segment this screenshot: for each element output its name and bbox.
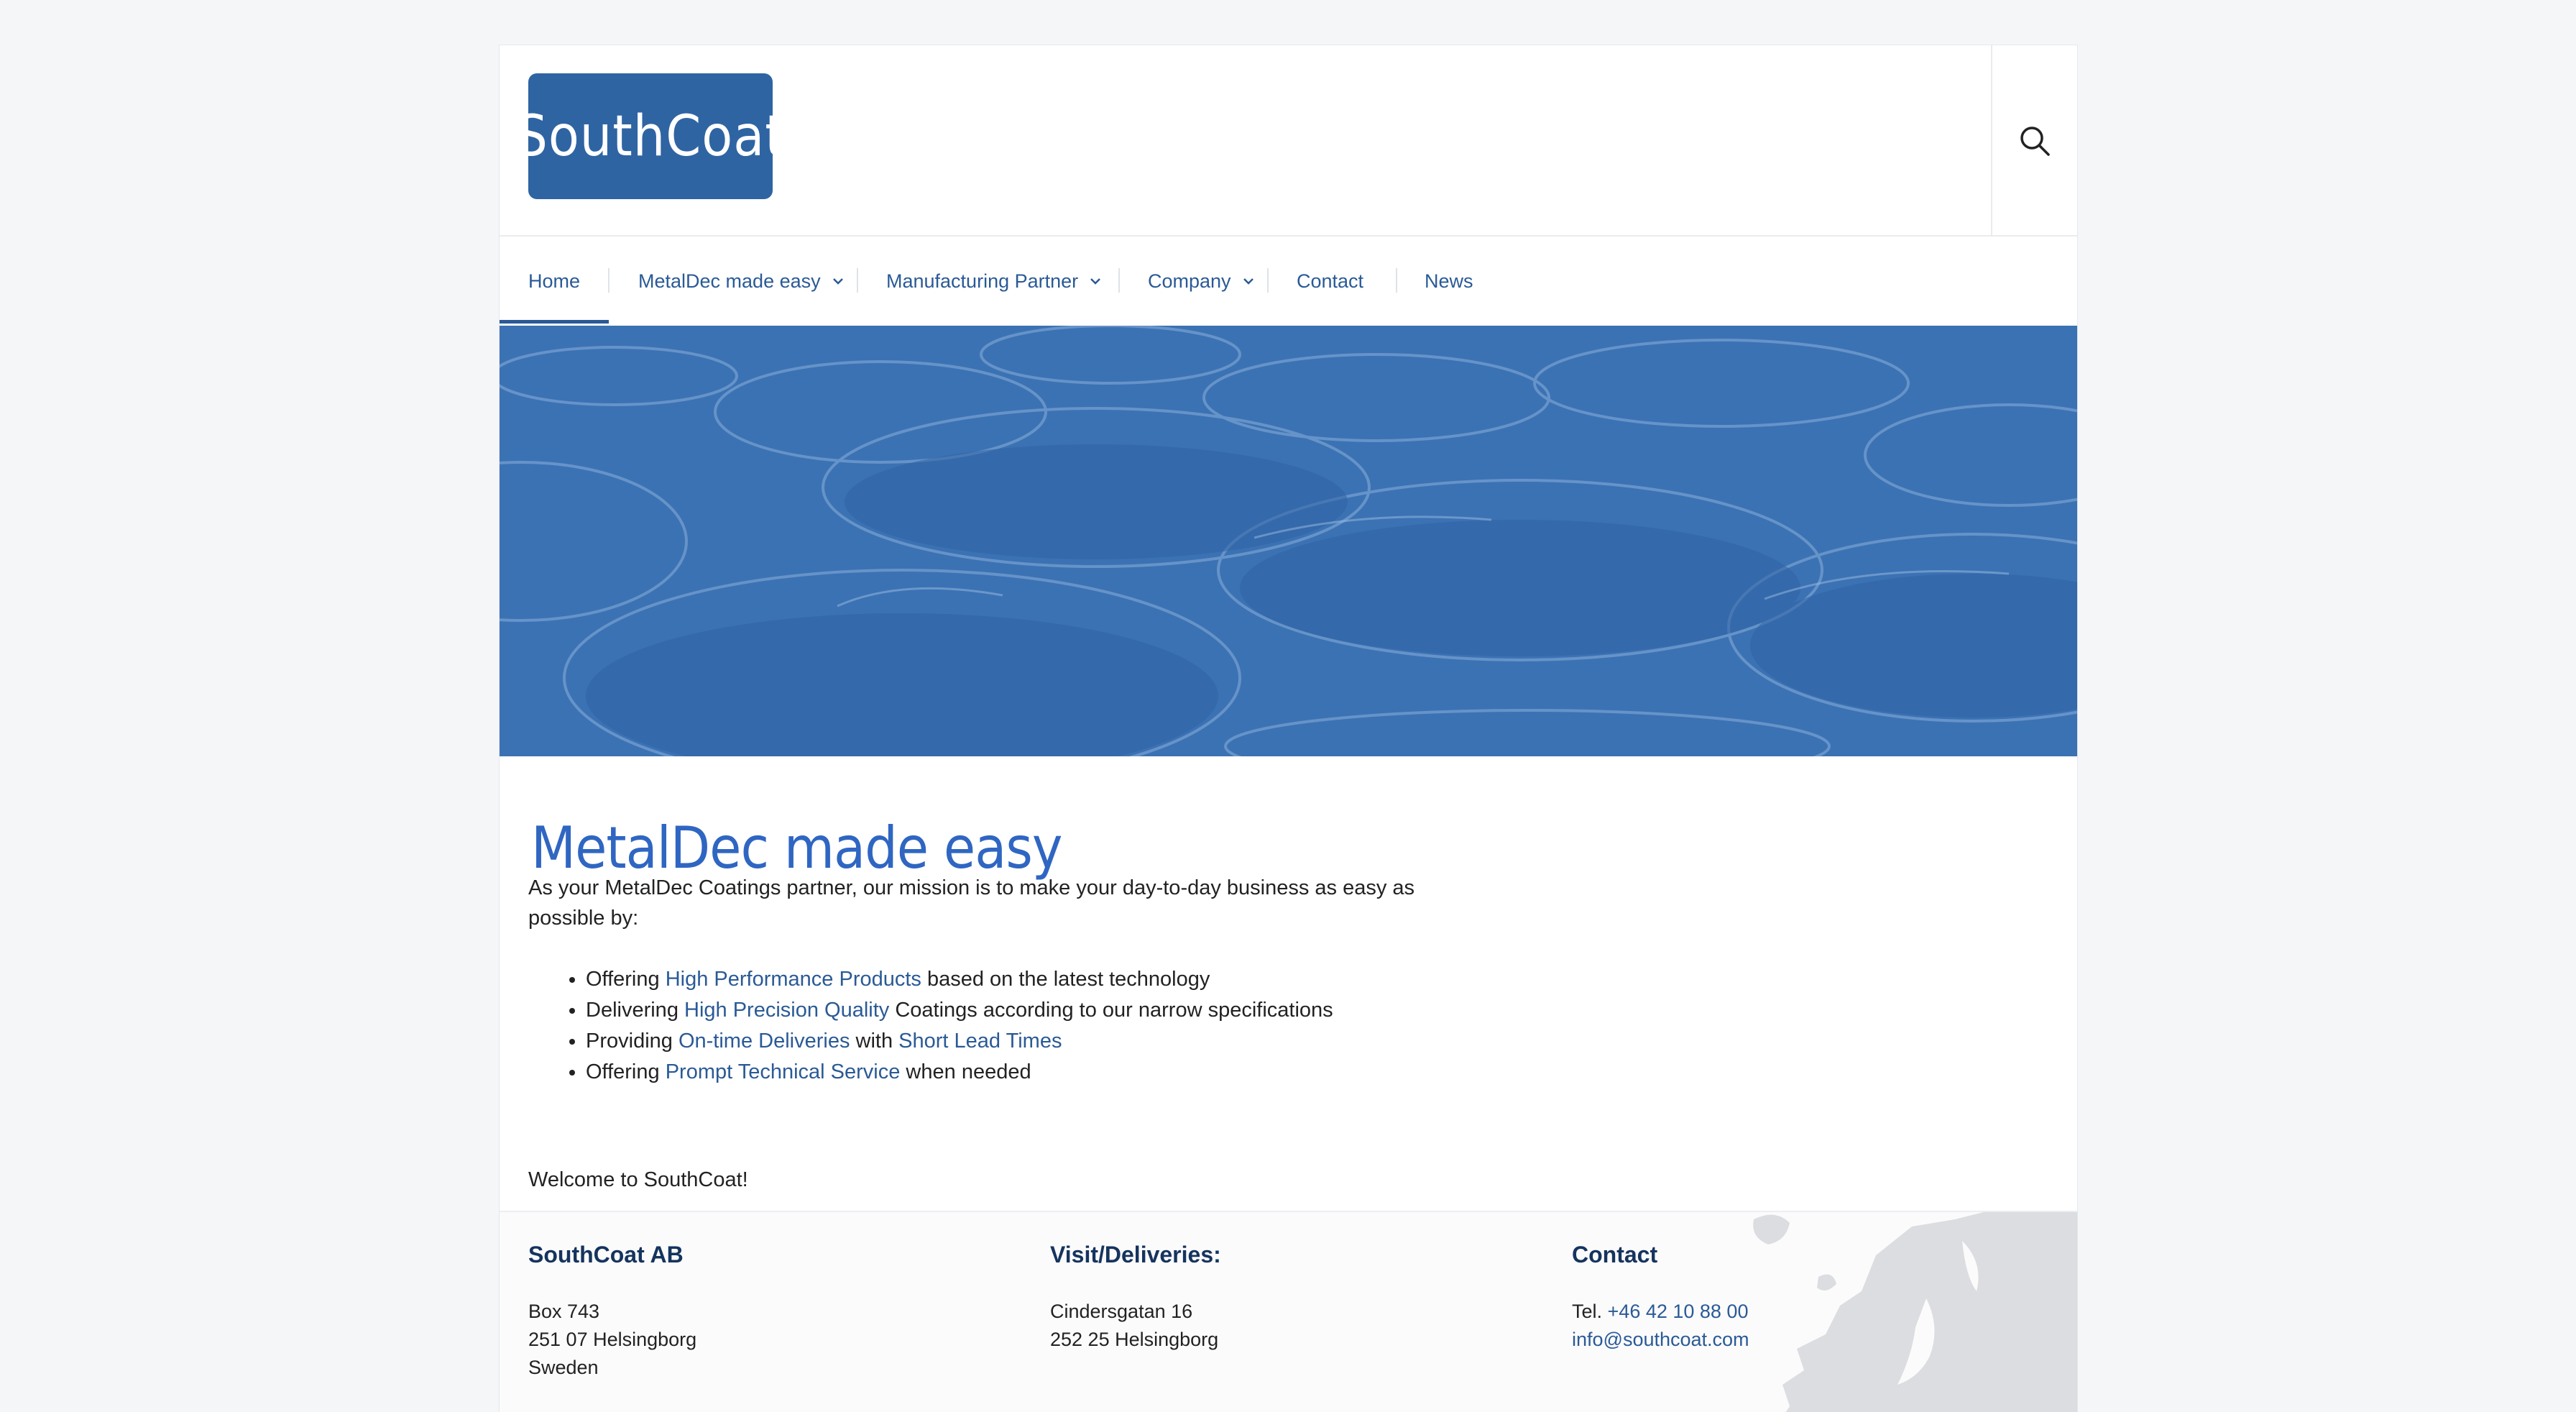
nav-item-home[interactable]: Home: [528, 237, 580, 326]
bullet-text: Offering: [586, 1060, 666, 1083]
list-item: Providing On-time Deliveries with Short …: [586, 1026, 1333, 1057]
nav-item-label: Manufacturing Partner: [886, 270, 1079, 292]
bullet-text: when needed: [900, 1060, 1031, 1083]
nav-divider: [1396, 268, 1397, 293]
bullet-text: Delivering: [586, 999, 684, 1022]
nav-item-label: Home: [528, 270, 581, 292]
nav-item-label: MetalDec made easy: [638, 270, 821, 292]
footer-address-line: 252 25 Helsingborg: [1050, 1329, 1219, 1350]
link-on-time-deliveries[interactable]: On-time Deliveries: [678, 1030, 850, 1053]
link-short-lead-times[interactable]: Short Lead Times: [898, 1030, 1062, 1053]
footer-company: SouthCoat AB Box 743 251 07 Helsingborg …: [528, 1241, 696, 1382]
footer-contact: Contact Tel. +46 42 10 88 00 info@southc…: [1572, 1241, 1749, 1354]
footer-contact-heading: Contact: [1572, 1242, 1658, 1267]
list-item: Delivering High Precision Quality Coatin…: [586, 995, 1333, 1026]
footer-visit-heading: Visit/Deliveries:: [1050, 1242, 1221, 1267]
bullet-text: Providing: [586, 1030, 678, 1053]
link-prompt-technical-service[interactable]: Prompt Technical Service: [666, 1060, 901, 1083]
nav-active-indicator: [500, 320, 609, 324]
link-high-performance-products[interactable]: High Performance Products: [666, 968, 921, 991]
nav-divider: [1118, 268, 1120, 293]
footer-phone-line: Tel. +46 42 10 88 00: [1572, 1298, 1749, 1326]
main-nav: Home MetalDec made easy Manufacturing Pa…: [500, 237, 2077, 326]
logo[interactable]: SouthCoat: [515, 73, 785, 199]
search-icon: [2020, 127, 2050, 156]
site-header: SouthCoat: [500, 45, 2077, 237]
page-title: MetalDec made easy: [531, 815, 1062, 881]
bullet-text: based on the latest technology: [921, 968, 1210, 991]
footer-email-line: info@southcoat.com: [1572, 1326, 1749, 1354]
hero-banner: [500, 326, 2077, 756]
bullet-text: with: [850, 1030, 899, 1053]
nav-divider: [857, 268, 858, 293]
nav-divider: [1267, 268, 1269, 293]
nav-item-label: News: [1425, 270, 1473, 292]
nav-item-company[interactable]: Company: [1148, 237, 1254, 326]
site-footer: SouthCoat AB Box 743 251 07 Helsingborg …: [500, 1211, 2077, 1412]
nav-item-label: Contact: [1297, 270, 1364, 292]
chevron-down-icon: [1090, 278, 1101, 285]
bullet-text: Offering: [586, 968, 666, 991]
nav-divider: [608, 268, 610, 293]
link-high-precision-quality[interactable]: High Precision Quality: [684, 999, 889, 1022]
intro-text: As your MetalDec Coatings partner, our m…: [528, 876, 1415, 930]
nav-item-manufacturing-partner[interactable]: Manufacturing Partner: [886, 237, 1101, 326]
hero-image: [500, 326, 2077, 756]
tel-label: Tel.: [1572, 1301, 1608, 1322]
nav-item-label: Company: [1148, 270, 1231, 292]
list-item: Offering High Performance Products based…: [586, 964, 1333, 995]
features-list: Offering High Performance Products based…: [557, 964, 1333, 1088]
chevron-down-icon: [1243, 278, 1254, 285]
footer-address-line: Cindersgatan 16: [1050, 1301, 1193, 1322]
site-container: SouthCoat Home MetalDec made easy Manufa…: [499, 45, 2078, 1412]
chevron-down-icon: [832, 278, 843, 285]
footer-visit: Visit/Deliveries: Cindersgatan 16 252 25…: [1050, 1241, 1221, 1354]
phone-link[interactable]: +46 42 10 88 00: [1608, 1301, 1749, 1322]
footer-company-heading: SouthCoat AB: [528, 1242, 684, 1267]
bullet-text: Coatings according to our narrow specifi…: [889, 999, 1333, 1022]
search-button[interactable]: [1991, 45, 2077, 237]
email-link[interactable]: info@southcoat.com: [1572, 1329, 1749, 1350]
welcome-text: Welcome to SouthCoat!: [528, 1168, 748, 1191]
footer-address-line: Sweden: [528, 1357, 599, 1378]
nav-item-metaldec[interactable]: MetalDec made easy: [638, 237, 844, 326]
footer-address-line: 251 07 Helsingborg: [528, 1329, 697, 1350]
nav-item-news[interactable]: News: [1425, 237, 1473, 326]
footer-address-line: Box 743: [528, 1301, 600, 1322]
europe-map-graphic: [1753, 1212, 2077, 1412]
nav-item-contact[interactable]: Contact: [1297, 237, 1363, 326]
list-item: Offering Prompt Technical Service when n…: [586, 1057, 1333, 1088]
